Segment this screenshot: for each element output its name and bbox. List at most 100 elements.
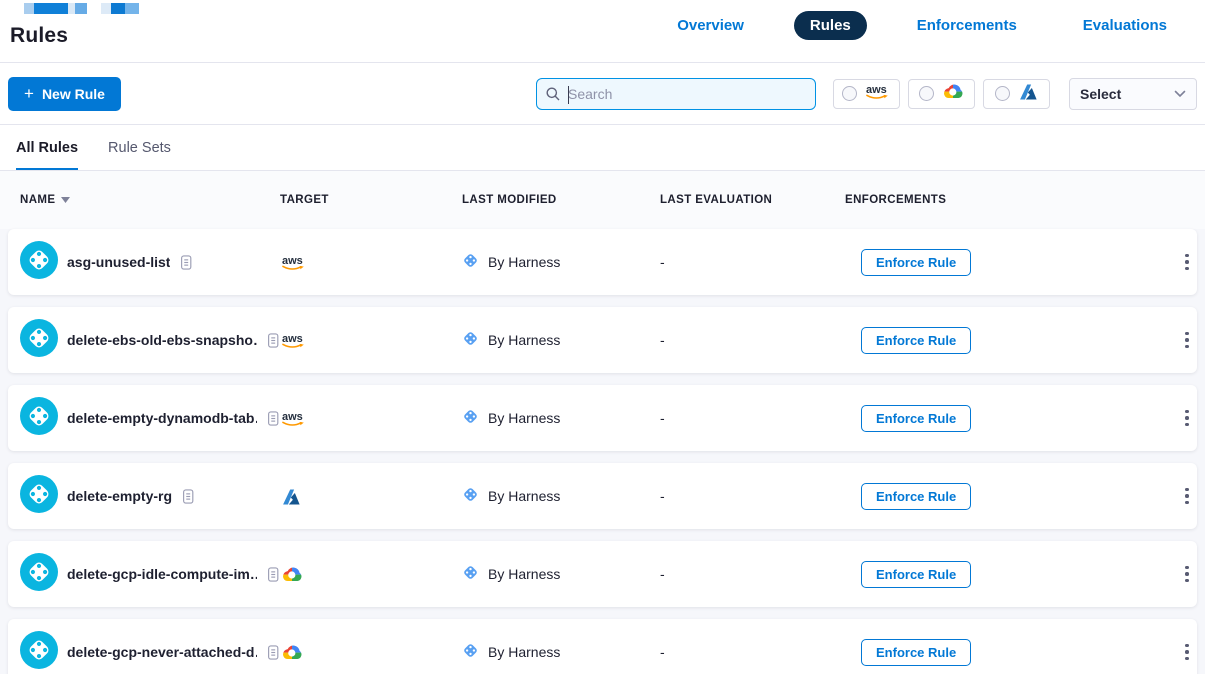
copy-rule-button[interactable] <box>266 566 280 583</box>
copy-rule-button[interactable] <box>266 410 280 427</box>
table-row[interactable]: delete-empty-dynamodb-tab… aws By Harnes… <box>8 385 1197 451</box>
rules-filter-select[interactable]: Select <box>1069 78 1197 110</box>
rule-name: delete-empty-rg <box>67 488 172 504</box>
plus-icon: + <box>24 85 34 102</box>
rule-icon <box>20 631 58 669</box>
radio-aws[interactable] <box>842 86 857 101</box>
last-evaluation-value: - <box>660 644 845 660</box>
kebab-menu-icon[interactable] <box>1178 484 1196 509</box>
kebab-menu-icon[interactable] <box>1178 328 1196 353</box>
aws-logo: aws <box>280 409 308 427</box>
enforce-rule-button[interactable]: Enforce Rule <box>861 249 971 276</box>
toolbar: + New Rule aws <box>0 62 1205 125</box>
last-evaluation-value: - <box>660 254 845 270</box>
svg-text:aws: aws <box>282 255 303 267</box>
rule-icon <box>20 397 58 435</box>
search-icon <box>545 86 561 102</box>
nav-item-rules[interactable]: Rules <box>794 11 867 40</box>
rule-target: aws <box>280 331 462 349</box>
svg-text:aws: aws <box>282 333 303 345</box>
copy-rule-button[interactable] <box>266 332 280 349</box>
last-evaluation-value: - <box>660 566 845 582</box>
filter-azure[interactable] <box>983 79 1050 109</box>
rule-target <box>280 487 462 506</box>
table-body: asg-unused-list aws By Harness - Enforce… <box>0 229 1205 674</box>
nav-item-enforcements[interactable]: Enforcements <box>901 11 1033 40</box>
text-cursor <box>568 86 569 104</box>
rules-table: NAME TARGET LAST MODIFIED LAST EVALUATIO… <box>0 171 1205 674</box>
top-header: OverviewRulesEnforcementsEvaluations Rul… <box>0 0 1205 62</box>
harness-icon <box>462 408 479 425</box>
rule-name: delete-ebs-old-ebs-snapsho… <box>67 332 257 348</box>
gcp-logo <box>280 643 304 662</box>
kebab-menu-icon[interactable] <box>1178 562 1196 587</box>
table-row[interactable]: delete-empty-rg By Harness - Enforce Rul… <box>8 463 1197 529</box>
rule-target <box>280 643 462 662</box>
enforce-rule-button[interactable]: Enforce Rule <box>861 327 971 354</box>
enforce-rule-button[interactable]: Enforce Rule <box>861 483 971 510</box>
harness-icon <box>462 330 479 347</box>
toolbar-filters: aws Select <box>536 78 1197 110</box>
rule-icon <box>20 553 58 591</box>
breadcrumb <box>24 3 139 14</box>
copy-icon <box>266 332 280 349</box>
kebab-menu-icon[interactable] <box>1178 406 1196 431</box>
filter-aws[interactable]: aws <box>833 79 900 109</box>
rule-icon <box>20 475 58 513</box>
rule-target: aws <box>280 409 462 427</box>
last-modified-value: By Harness <box>488 644 560 660</box>
copy-rule-button[interactable] <box>181 488 195 505</box>
radio-gcp[interactable] <box>919 86 934 101</box>
table-row[interactable]: delete-gcp-never-attached-d… By Harne <box>8 619 1197 674</box>
copy-icon <box>266 410 280 427</box>
enforce-rule-button[interactable]: Enforce Rule <box>861 405 971 432</box>
harness-icon <box>462 252 479 269</box>
kebab-menu-icon[interactable] <box>1178 640 1196 665</box>
table-row[interactable]: asg-unused-list aws By Harness - Enforce… <box>8 229 1197 295</box>
tab-rule-sets[interactable]: Rule Sets <box>108 125 171 170</box>
rule-name: delete-gcp-idle-compute-im… <box>67 566 257 582</box>
svg-text:aws: aws <box>282 411 303 423</box>
rule-name: asg-unused-list <box>67 254 170 270</box>
column-header-name[interactable]: NAME <box>20 194 280 206</box>
column-header-last-evaluation: LAST EVALUATION <box>660 194 845 206</box>
new-rule-label: New Rule <box>42 86 105 102</box>
aws-logo: aws <box>280 331 308 349</box>
svg-text:aws: aws <box>866 84 887 96</box>
copy-icon <box>181 488 195 505</box>
table-header-row: NAME TARGET LAST MODIFIED LAST EVALUATIO… <box>0 171 1205 229</box>
table-row[interactable]: delete-gcp-idle-compute-im… By Harnes <box>8 541 1197 607</box>
rule-target: aws <box>280 253 462 271</box>
nav-item-evaluations[interactable]: Evaluations <box>1067 11 1183 40</box>
table-row[interactable]: delete-ebs-old-ebs-snapsho… aws By Harne… <box>8 307 1197 373</box>
azure-logo <box>1017 82 1038 101</box>
chevron-down-icon <box>1174 90 1186 98</box>
rule-icon <box>20 241 58 279</box>
tab-all-rules[interactable]: All Rules <box>16 125 78 170</box>
gcp-logo <box>941 82 965 101</box>
aws-logo: aws <box>864 82 892 100</box>
copy-rule-button[interactable] <box>266 644 280 661</box>
enforce-rule-button[interactable]: Enforce Rule <box>861 561 971 588</box>
last-modified-value: By Harness <box>488 332 560 348</box>
sort-descending-icon <box>61 197 70 203</box>
last-evaluation-value: - <box>660 488 845 504</box>
gcp-logo <box>280 565 304 584</box>
aws-logo: aws <box>280 253 308 271</box>
filter-gcp[interactable] <box>908 79 975 109</box>
rule-target <box>280 565 462 584</box>
kebab-menu-icon[interactable] <box>1178 250 1196 275</box>
nav-item-overview[interactable]: Overview <box>661 11 760 40</box>
copy-icon <box>266 566 280 583</box>
rules-tabs: All Rules Rule Sets <box>0 125 1205 171</box>
enforce-rule-button[interactable]: Enforce Rule <box>861 639 971 666</box>
radio-azure[interactable] <box>995 86 1010 101</box>
search-input[interactable] <box>568 86 807 102</box>
column-header-last-modified: LAST MODIFIED <box>462 194 660 206</box>
copy-icon <box>266 644 280 661</box>
new-rule-button[interactable]: + New Rule <box>8 77 121 111</box>
search-box <box>536 78 816 110</box>
rule-name: delete-gcp-never-attached-d… <box>67 644 257 660</box>
copy-rule-button[interactable] <box>179 254 193 271</box>
harness-icon <box>462 564 479 581</box>
